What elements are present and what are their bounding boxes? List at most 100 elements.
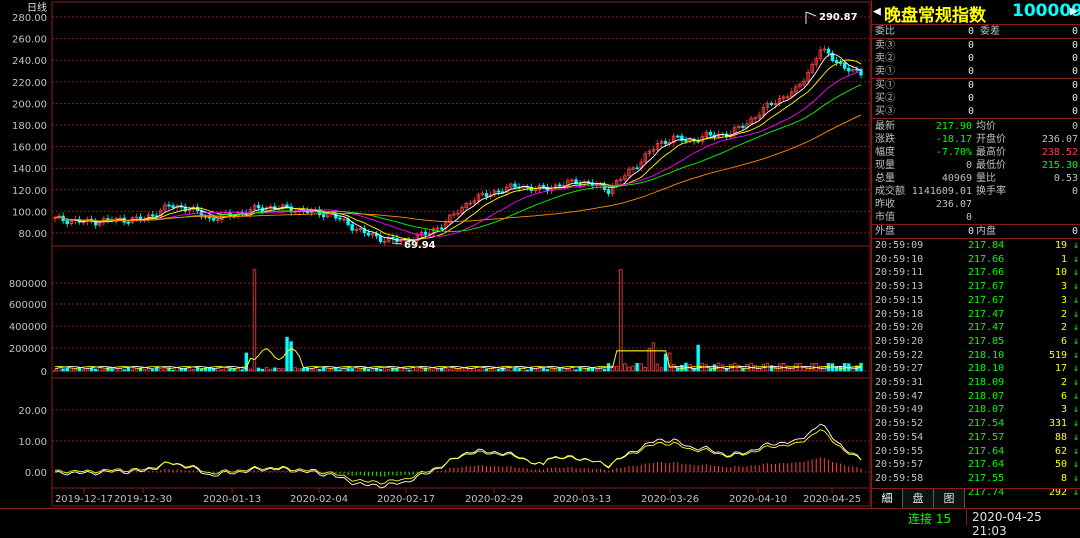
volume-bar bbox=[643, 367, 647, 372]
volume-bar bbox=[456, 369, 460, 372]
down-arrow-icon: ↓ bbox=[1072, 335, 1079, 347]
volume-bar bbox=[525, 369, 529, 372]
tick-price: 217.67 bbox=[968, 281, 1005, 293]
stat-label: 现量 bbox=[875, 160, 895, 171]
tick-price: 217.66 bbox=[968, 253, 1005, 265]
volume-bar bbox=[476, 369, 481, 372]
volume-bar bbox=[248, 368, 253, 372]
volume-bar bbox=[289, 341, 293, 372]
volume-bar bbox=[822, 366, 827, 372]
tick-row: 20:59:20 217.85 6 ↓ bbox=[872, 335, 1080, 349]
down-arrow-icon: ↓ bbox=[1072, 308, 1079, 320]
candle-body bbox=[855, 68, 859, 71]
tick-row: 20:59:11 217.66 10 ↓ bbox=[872, 266, 1080, 280]
volume-bar bbox=[696, 344, 700, 372]
quote-row: 委比 0 委差 0 bbox=[872, 25, 1080, 38]
tick-price: 217.67 bbox=[968, 294, 1005, 306]
stat-label: 换手率 bbox=[976, 186, 1006, 197]
down-arrow-icon: ↓ bbox=[1072, 322, 1079, 334]
tab-book[interactable]: 盘 bbox=[903, 489, 934, 508]
price-tick-label: 240.00 bbox=[12, 56, 47, 67]
volume-bar bbox=[199, 368, 204, 372]
volume-bar bbox=[159, 367, 163, 372]
tick-price: 217.55 bbox=[968, 472, 1005, 484]
down-arrow-icon: ↓ bbox=[1072, 472, 1079, 484]
volume-bar bbox=[545, 369, 550, 372]
stat-value: -7.70% bbox=[935, 147, 972, 158]
ask-price: 0 bbox=[967, 40, 974, 51]
tab-detail[interactable]: 細 bbox=[872, 489, 903, 508]
weicha-label: 委差 bbox=[980, 26, 1000, 37]
quote-panel: ◀ 晚盘常规指数 100009 ▶ 委比 0 委差 0 卖③ 0 0 卖② 0 0 卖① 0 0 买① 0 0… bbox=[871, 0, 1080, 508]
candle-body bbox=[769, 103, 774, 106]
tick-row: 20:59:49 218.07 3 ↓ bbox=[872, 403, 1080, 417]
volume-bar bbox=[150, 369, 155, 372]
stat-value: -18.17 bbox=[935, 134, 972, 145]
down-arrow-icon: ↓ bbox=[1072, 267, 1079, 279]
tab-chart[interactable]: 图 bbox=[934, 489, 965, 508]
volume-bar bbox=[207, 367, 212, 372]
tick-time: 20:59:10 bbox=[875, 253, 924, 265]
bid-volume: 0 bbox=[1071, 106, 1078, 117]
tick-row: 20:59:27 218.10 17 ↓ bbox=[872, 362, 1080, 376]
tick-price: 217.57 bbox=[968, 431, 1005, 443]
volume-bar bbox=[639, 363, 643, 372]
tick-price: 217.85 bbox=[968, 335, 1005, 347]
volume-bar bbox=[155, 367, 159, 372]
candle-body bbox=[338, 217, 342, 220]
tick-volume: 519 bbox=[1048, 349, 1067, 361]
candle-body bbox=[126, 221, 130, 224]
tick-price: 218.09 bbox=[968, 377, 1005, 388]
volume-bar bbox=[260, 368, 265, 372]
tick-volume: 6 bbox=[1060, 390, 1067, 402]
status-divider bbox=[966, 509, 967, 525]
volume-bar bbox=[228, 368, 232, 372]
volume-bar bbox=[142, 368, 147, 372]
stat-value: 0 bbox=[965, 212, 972, 223]
volume-bar bbox=[676, 367, 680, 372]
candle-body bbox=[578, 183, 582, 186]
quote-row: 幅度 -7.70% 最高价 238.52 bbox=[872, 146, 1080, 159]
date-tick-label: 2020-02-04 bbox=[290, 494, 348, 505]
volume-bar bbox=[435, 368, 440, 372]
prev-instrument-icon[interactable]: ◀ bbox=[873, 4, 881, 19]
quote-row: 最新 217.90 均价 0 bbox=[872, 120, 1080, 133]
quote-row: 市值 0 bbox=[872, 211, 1080, 224]
quote-row: 买③ 0 0 bbox=[872, 105, 1080, 118]
status-datetime: 2020-04-25 21:03 bbox=[972, 510, 1042, 538]
candle-body bbox=[741, 125, 745, 128]
volume-bar bbox=[590, 367, 595, 372]
tick-volume: 2 bbox=[1060, 377, 1067, 388]
date-tick-label: 2020-01-13 bbox=[203, 494, 261, 505]
outer-value: 0 bbox=[967, 226, 974, 237]
tick-time: 20:59:15 bbox=[875, 294, 924, 306]
next-instrument-icon[interactable]: ▶ bbox=[1070, 4, 1078, 19]
volume-bar bbox=[407, 369, 411, 372]
volume-bar bbox=[293, 367, 297, 372]
kline-chart[interactable]: 日线280.00260.00240.00220.00200.00180.0016… bbox=[0, 0, 871, 508]
candle-body bbox=[212, 217, 216, 221]
down-arrow-icon: ↓ bbox=[1072, 349, 1079, 361]
tick-volume: 6 bbox=[1060, 335, 1067, 347]
ask-price: 0 bbox=[967, 66, 974, 77]
volume-bar bbox=[655, 363, 660, 372]
stat-value: 0 bbox=[965, 160, 972, 171]
tick-row: 20:59:57 217.64 50 ↓ bbox=[872, 458, 1080, 472]
panel-tabs: 細 盘 图 bbox=[872, 488, 1080, 509]
candle-body bbox=[838, 61, 843, 64]
volume-bar bbox=[448, 368, 452, 372]
volume-bar bbox=[350, 368, 354, 372]
candle-body bbox=[150, 214, 155, 217]
instrument-name: 晚盘常规指数 bbox=[884, 6, 986, 26]
tick-volume: 331 bbox=[1048, 418, 1067, 430]
ask-label: 卖① bbox=[875, 66, 895, 77]
tick-time: 20:59:18 bbox=[875, 308, 924, 320]
volume-tick-label: 400000 bbox=[9, 322, 47, 333]
volume-bar bbox=[415, 368, 419, 372]
candle-body bbox=[847, 67, 851, 72]
outer-label: 外盘 bbox=[875, 226, 895, 237]
volume-bar bbox=[574, 369, 578, 372]
inner-label: 内盘 bbox=[976, 226, 996, 237]
tick-row: 20:59:58 217.55 8 ↓ bbox=[872, 472, 1080, 486]
date-tick-label: 2019-12-17 bbox=[55, 494, 113, 505]
